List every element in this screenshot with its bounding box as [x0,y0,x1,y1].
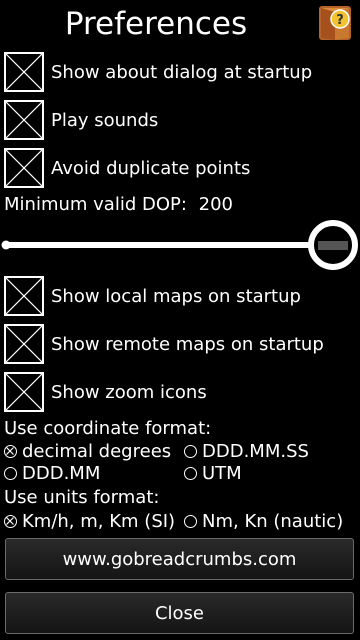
radio-unselected-icon[interactable] [4,467,17,480]
checkbox-play-sounds[interactable]: Play sounds [4,100,158,140]
radio-nautic-units[interactable]: Nm, Kn (nautic) [184,511,343,532]
checkbox-box[interactable] [4,52,44,92]
radio-label: DDD.MM [22,463,101,484]
checkbox-label: Show local maps on startup [51,285,301,307]
radio-label: decimal degrees [22,441,172,462]
slider-track-start [1,240,11,250]
checkbox-label: Play sounds [51,109,159,131]
checkbox-box[interactable] [4,324,44,364]
units-format-heading: Use units format: [4,487,160,508]
checkbox-box[interactable] [4,100,44,140]
help-book-icon[interactable]: ? [315,3,355,43]
website-button[interactable]: www.gobreadcrumbs.com [5,538,354,580]
dop-slider[interactable] [0,218,360,274]
checkbox-label: Show zoom icons [51,381,207,403]
radio-label: DDD.MM.SS [202,441,309,462]
svg-text:?: ? [336,13,344,28]
checkbox-local-maps[interactable]: Show local maps on startup [4,276,301,316]
checkbox-remote-maps[interactable]: Show remote maps on startup [4,324,324,364]
radio-ddd-mm[interactable]: DDD.MM [4,463,100,484]
close-button[interactable]: Close [5,592,354,634]
checkbox-box[interactable] [4,276,44,316]
radio-label: Km/h, m, Km (SI) [22,511,176,532]
checkbox-avoid-duplicates[interactable]: Avoid duplicate points [4,148,250,188]
checkbox-box[interactable] [4,148,44,188]
checkbox-box[interactable] [4,372,44,412]
checkbox-label: Show remote maps on startup [51,333,324,355]
radio-si-units[interactable]: Km/h, m, Km (SI) [4,511,175,532]
radio-decimal-degrees[interactable]: decimal degrees [4,441,171,462]
checkbox-zoom-icons[interactable]: Show zoom icons [4,372,207,412]
checkbox-label: Avoid duplicate points [51,157,251,179]
slider-handle[interactable] [308,220,358,270]
radio-label: UTM [202,463,242,484]
checkbox-show-about[interactable]: Show about dialog at startup [4,52,312,92]
dop-label: Minimum valid DOP: [4,194,187,215]
checkbox-label: Show about dialog at startup [51,61,313,83]
dop-value: 200 [198,194,234,215]
radio-label: Nm, Kn (nautic) [202,511,344,532]
radio-utm[interactable]: UTM [184,463,242,484]
page-title: Preferences [64,6,248,42]
coordinate-format-heading: Use coordinate format: [4,418,212,439]
radio-unselected-icon[interactable] [184,515,197,528]
radio-unselected-icon[interactable] [184,467,197,480]
radio-unselected-icon[interactable] [184,445,197,458]
radio-selected-icon[interactable] [4,445,17,458]
radio-selected-icon[interactable] [4,515,17,528]
dop-label-row: Minimum valid DOP: 200 [4,194,233,215]
radio-ddd-mm-ss[interactable]: DDD.MM.SS [184,441,309,462]
